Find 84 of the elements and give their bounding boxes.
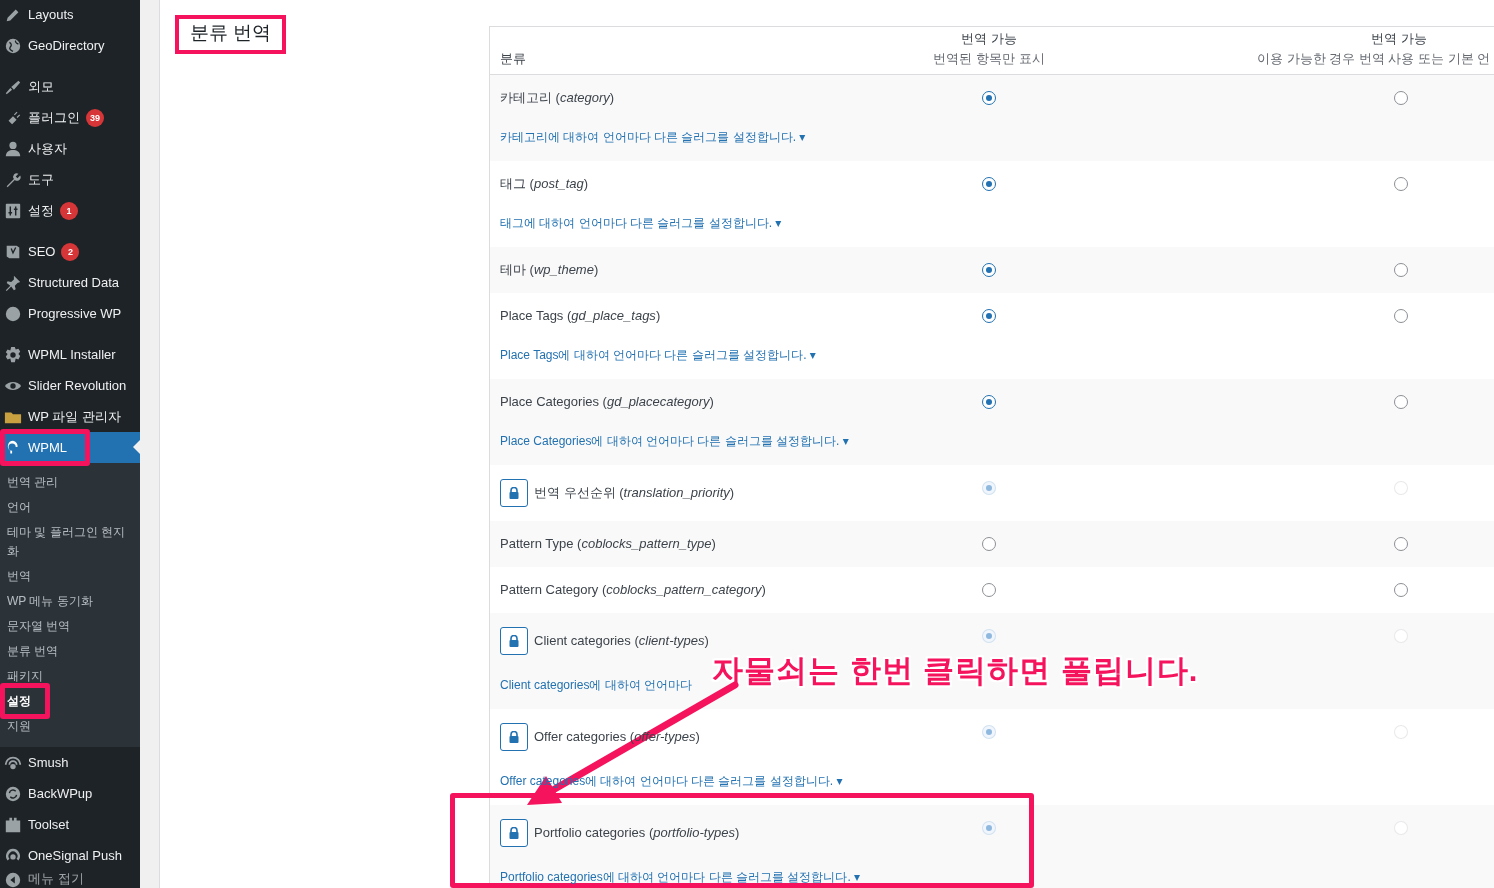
radio-button[interactable] [982, 177, 996, 191]
person-icon [4, 139, 22, 158]
column-header: 번역 가능 [1370, 30, 1428, 48]
radio-button[interactable] [982, 91, 996, 105]
radio-button[interactable] [982, 537, 996, 551]
taxonomy-name: Portfolio categories (portfolio-types) [534, 824, 740, 843]
sliders-icon [4, 201, 22, 220]
taxonomy-name: Pattern Type (coblocks_pattern_type) [500, 535, 716, 554]
column-subtitle: 이용 가능한 경우 번역 사용 또는 기본 언 [1257, 49, 1492, 68]
radio-button[interactable] [1394, 537, 1408, 551]
block-icon [4, 815, 22, 834]
lock-icon [509, 635, 519, 647]
lock-icon [509, 487, 519, 499]
slug-settings-link[interactable]: Place Categories에 대하여 언어마다 다른 슬러그를 설정합니다. ▾ [500, 431, 1494, 451]
menu-item[interactable]: 설정 1 [0, 195, 140, 226]
globe-icon [4, 36, 22, 55]
menu-item[interactable]: WP 파일 관리자 [0, 401, 140, 432]
submenu-item[interactable]: 지원 [0, 714, 140, 739]
circle-icon [4, 304, 22, 323]
radio-button[interactable] [1394, 583, 1408, 597]
submenu-item[interactable]: 분류 번역 [0, 639, 140, 664]
taxonomy-name: Place Tags (gd_place_tags) [500, 307, 661, 326]
lock-icon [509, 731, 519, 743]
wrench-icon [4, 170, 22, 189]
submenu-item[interactable]: 번역 관리 [0, 470, 140, 495]
radio-button[interactable] [982, 263, 996, 277]
count-badge: 2 [61, 242, 80, 261]
count-badge: 1 [60, 201, 78, 220]
menu-item[interactable]: Progressive WP [0, 298, 140, 329]
submenu-item[interactable]: 언어 [0, 495, 140, 520]
menu-item[interactable]: BackWPup [0, 778, 140, 809]
menu-item[interactable]: 외모 [0, 71, 140, 102]
slug-settings-link[interactable]: Portfolio categories에 대하여 언어마다 다른 슬러그를 설정합니다. ▾ [500, 867, 1494, 887]
menu-item[interactable]: WPML Installer [0, 339, 140, 370]
unlock-button[interactable] [500, 723, 528, 751]
radio-button[interactable] [1394, 263, 1408, 277]
submenu-item[interactable]: 문자열 번역 [0, 614, 140, 639]
column-subtitle: 번역된 항목만 표시 [932, 49, 1046, 68]
callout-text: 자물쇠는 한번 클릭하면 풀립니다. [712, 652, 1199, 690]
radio-button[interactable] [1394, 395, 1408, 409]
radio-button[interactable] [982, 309, 996, 323]
taxonomy-name: 태그 (post_tag) [500, 175, 589, 194]
column-header: 분류 [500, 49, 527, 68]
menu-item[interactable]: 도구 [0, 164, 140, 195]
count-badge: 39 [86, 108, 104, 127]
radio-button[interactable] [982, 583, 996, 597]
menu-item[interactable]: Layouts [0, 0, 140, 30]
menu-item[interactable]: Toolset [0, 809, 140, 840]
submenu-item[interactable]: WP 메뉴 동기화 [0, 589, 140, 614]
column-header: 번역 가능 [960, 30, 1018, 48]
taxonomy-name: 번역 우선순위 (translation_priority) [534, 484, 735, 503]
menu-item[interactable]: 플러그인 39 [0, 102, 140, 133]
gear-icon [4, 345, 22, 364]
radio-button[interactable] [1394, 91, 1408, 105]
submenu-item[interactable]: 테마 및 플러그인 현지화 [0, 520, 140, 564]
submenu-item[interactable]: 설정 [0, 689, 140, 714]
submenu-item[interactable]: 패키지 [0, 664, 140, 689]
taxonomy-name: Place Categories (gd_placecategory) [500, 393, 714, 412]
lock-icon [509, 827, 519, 839]
taxonomy-name: 테마 (wp_theme) [500, 261, 599, 280]
taxonomy-name: 카테고리 (category) [500, 89, 615, 108]
menu-item[interactable]: SEO 2 [0, 236, 140, 267]
menu-item[interactable]: Smush [0, 747, 140, 778]
unlock-button[interactable] [500, 479, 528, 507]
slug-settings-link[interactable]: 카테고리에 대하여 언어마다 다른 슬러그를 설정합니다. ▾ [500, 127, 1494, 147]
menu-item[interactable]: 사용자 [0, 133, 140, 164]
sync-icon [4, 784, 22, 803]
collapse-menu-button[interactable]: 메뉴 접기 [0, 871, 140, 888]
menu-item[interactable]: Structured Data [0, 267, 140, 298]
pin-icon [4, 273, 22, 292]
radio-button[interactable] [1394, 309, 1408, 323]
taxonomy-name: Pattern Category (coblocks_pattern_category) [500, 581, 766, 600]
menu-item[interactable]: GeoDirectory [0, 30, 140, 61]
radio-button[interactable] [1394, 177, 1408, 191]
taxonomy-name: Client categories (client-types) [534, 632, 709, 651]
menu-item[interactable]: Slider Revolution [0, 370, 140, 401]
unlock-button[interactable] [500, 627, 528, 655]
unlock-button[interactable] [500, 819, 528, 847]
submenu-item[interactable]: 번역 [0, 564, 140, 589]
slug-settings-link[interactable]: 태그에 대하여 언어마다 다른 슬러그를 설정합니다. ▾ [500, 213, 1494, 233]
slug-settings-link[interactable]: Place Tags에 대하여 언어마다 다른 슬러그를 설정합니다. ▾ [500, 345, 1494, 365]
radio-button[interactable] [982, 395, 996, 409]
page-title: 분류 번역 [190, 22, 272, 45]
menu-item[interactable]: OneSignal Push [0, 840, 140, 871]
